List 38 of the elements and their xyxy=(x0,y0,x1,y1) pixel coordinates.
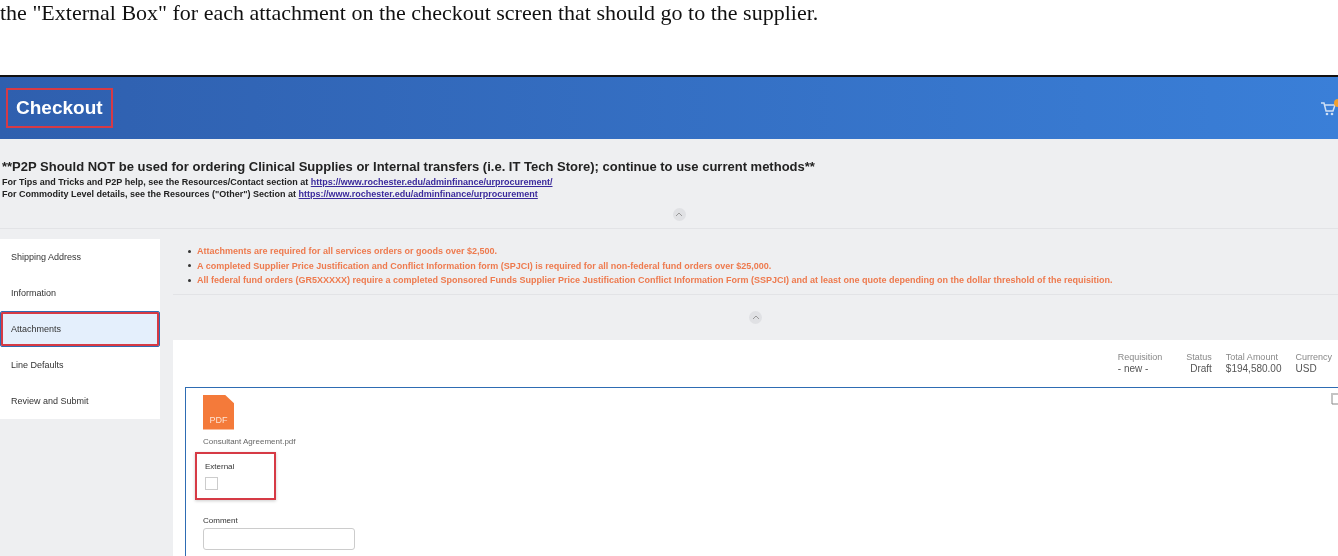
field-label: External xyxy=(205,461,235,471)
collapse-button[interactable] xyxy=(749,310,762,324)
bullet-icon xyxy=(188,264,191,268)
summary-value: - new - xyxy=(1117,362,1150,374)
link[interactable]: https://www.rochester.edu/adminfinance/urprocurement xyxy=(298,189,538,199)
external-checkbox[interactable] xyxy=(205,476,218,490)
chevron-up-icon xyxy=(751,314,760,320)
chevron-up-icon xyxy=(675,211,683,217)
summary-label: Status xyxy=(1186,351,1212,363)
summary-value: Draft xyxy=(1190,362,1212,374)
requirement-text: A completed Supplier Price Justification and Conflict Information form (SPJCI) is required for all non-federal fund orders over $25,000. xyxy=(197,259,772,273)
sidebar-item[interactable]: Information xyxy=(0,275,160,311)
summary-label: Requisition xyxy=(1117,351,1163,363)
document-text: the "External Box" for each attachment on the checkout screen that should go to the supplier. xyxy=(0,0,819,26)
sidebar-item[interactable]: Review and Submit xyxy=(0,383,160,419)
notice-text: For Commodity Level details, see the Resources ("Other") Section at xyxy=(2,189,298,199)
bullet-icon xyxy=(188,278,191,282)
summary-value: USD xyxy=(1295,362,1318,374)
sidebar-item[interactable]: Line Defaults xyxy=(0,347,160,383)
sidebar-item[interactable]: Shipping Address xyxy=(0,239,160,275)
summary-value: $194,580.00 xyxy=(1225,362,1282,374)
field-label: Comment xyxy=(203,515,239,525)
pdf-file-icon: PDF xyxy=(203,394,234,430)
comment-field[interactable] xyxy=(203,527,355,550)
summary-label: Total Amount xyxy=(1225,351,1279,363)
collapse-button[interactable] xyxy=(672,207,686,221)
cart-icon[interactable] xyxy=(1320,99,1338,117)
file-name: Consultant Agreement.pdf xyxy=(203,436,297,446)
sidebar-item[interactable]: Attachments xyxy=(0,311,160,347)
summary-label: Currency xyxy=(1295,351,1332,363)
notice-headline: **P2P Should NOT be used for ordering Clinical Supplies or Internal transfers (i.e. IT Tech Store); continue to use current methods** xyxy=(2,159,816,174)
notice-text: For Tips and Tricks and P2P help, see the Resources/Contact section at xyxy=(2,177,310,187)
page-title: Checkout xyxy=(6,88,113,128)
link[interactable]: https://www.rochester.edu/adminfinance/urprocurement/ xyxy=(310,177,553,187)
trash-icon[interactable] xyxy=(1331,392,1338,405)
bullet-icon xyxy=(188,249,191,253)
requirement-text: All federal fund orders (GR5XXXXX) require a completed Sponsored Funds Supplier Price Justification Conflict Information Form (SSPJCI) and at least one quote depending on the dollar threshold of the requisition. xyxy=(197,274,1113,287)
requirement-text: Attachments are required for all services orders or goods over $2,500. xyxy=(197,245,498,258)
